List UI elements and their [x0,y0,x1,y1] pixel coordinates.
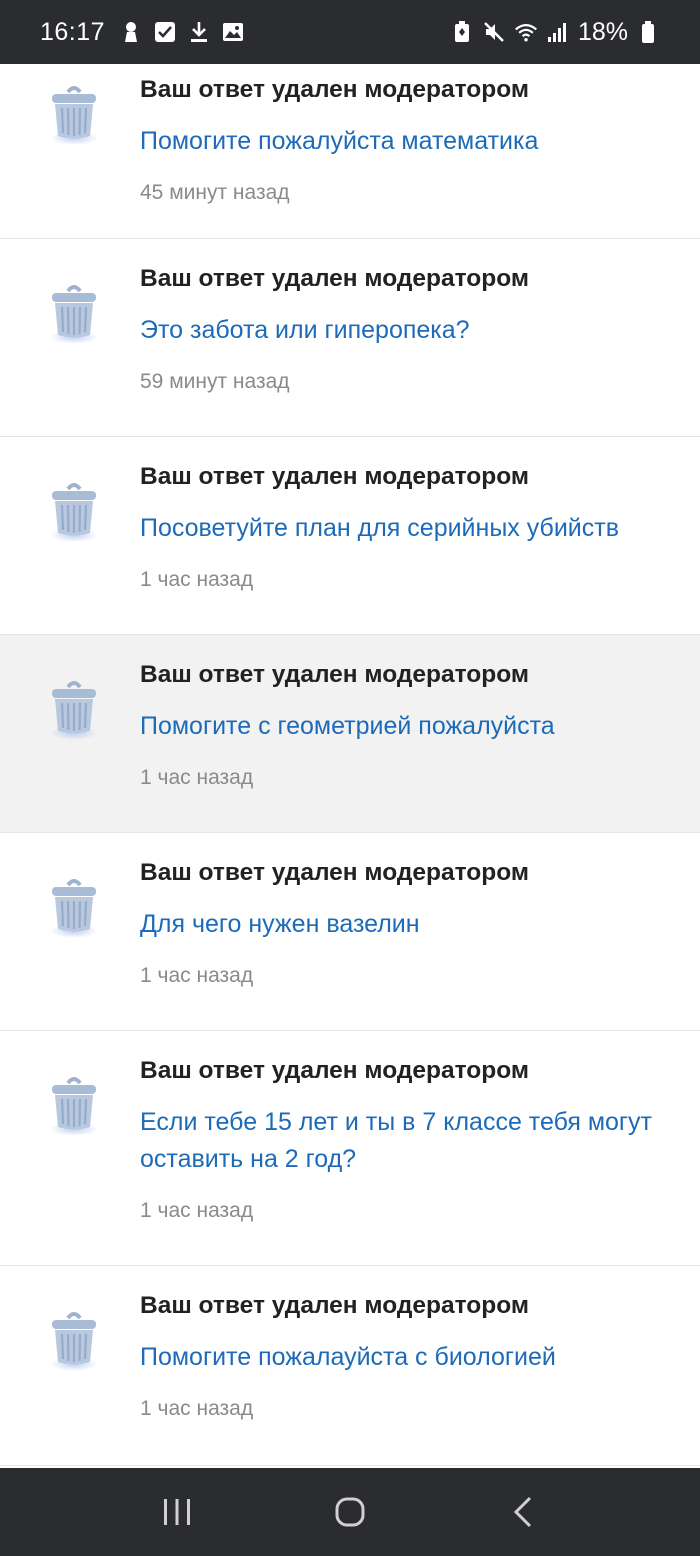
notification-time: 1 час назад [140,964,254,987]
trash-icon [44,82,104,148]
notification-item[interactable]: Ваш ответ удален модератором Посоветуйте… [0,437,700,635]
download-icon [187,20,211,44]
recents-button[interactable] [147,1482,207,1542]
notification-item[interactable]: Ваш ответ удален модератором Помогите по… [0,64,700,239]
notification-item[interactable]: Ваш ответ удален модератором Это забота … [0,239,700,437]
notification-time: 1 час назад [140,1397,254,1420]
notification-time: 59 минут назад [140,370,290,393]
back-button[interactable] [493,1482,553,1542]
notification-title: Ваш ответ удален модератором [140,76,529,103]
home-button[interactable] [320,1482,380,1542]
notification-title: Ваш ответ удален модератором [140,859,529,886]
image-icon [221,20,245,44]
battery-percent: 18% [577,17,628,46]
question-link[interactable]: Помогите пожалуйста математика [140,123,680,160]
question-link[interactable]: Для чего нужен вазелин [140,906,680,943]
notification-title: Ваш ответ удален модератором [140,265,529,292]
trash-icon [44,479,104,545]
notification-item[interactable]: Ваш ответ удален модератором Для чего ну… [0,833,700,1031]
question-link[interactable]: Это забота или гиперопека? [140,312,680,349]
question-link[interactable]: Если тебе 15 лет и ты в 7 классе тебя мо… [140,1104,680,1178]
trash-icon [44,677,104,743]
back-icon [514,1496,532,1528]
notification-item[interactable]: Ваш ответ удален модератором Если тебе 1… [0,1031,700,1266]
notification-time: 45 минут назад [140,181,290,204]
home-icon [335,1497,365,1527]
notification-title: Ваш ответ удален модератором [140,1057,529,1084]
system-nav-bar [0,1468,700,1556]
battery-icon [636,20,660,44]
trash-icon [44,281,104,347]
notification-item[interactable]: Ваш ответ удален модератором Помогите с … [0,635,700,833]
question-link[interactable]: Посоветуйте план для серийных убийств [140,510,680,547]
status-left-icons [119,20,245,44]
wifi-icon [514,20,538,44]
notification-time: 1 час назад [140,568,254,591]
status-right-icons: 18% [450,18,660,47]
notification-time: 1 час назад [140,1199,254,1222]
battery-saver-icon [450,20,474,44]
checkbox-icon [153,20,177,44]
status-time: 16:17 [40,17,106,46]
recents-icon [163,1499,190,1525]
mute-icon [482,20,506,44]
keyhole-icon [119,20,143,44]
trash-icon [44,1308,104,1374]
signal-icon [546,20,570,44]
question-link[interactable]: Помогите пожалауйста с биологией [140,1339,680,1376]
question-link[interactable]: Помогите с геометрией пожалуйста [140,708,680,745]
notification-title: Ваш ответ удален модератором [140,661,529,688]
notification-feed[interactable]: Ваш ответ удален модератором Помогите по… [0,64,700,1468]
notification-item[interactable]: Ваш ответ удален модератором Помогите по… [0,1266,700,1466]
notification-time: 1 час назад [140,766,254,789]
trash-icon [44,1073,104,1139]
notification-title: Ваш ответ удален модератором [140,463,529,490]
status-bar: 16:17 18% [0,0,700,64]
notification-title: Ваш ответ удален модератором [140,1292,529,1319]
trash-icon [44,875,104,941]
